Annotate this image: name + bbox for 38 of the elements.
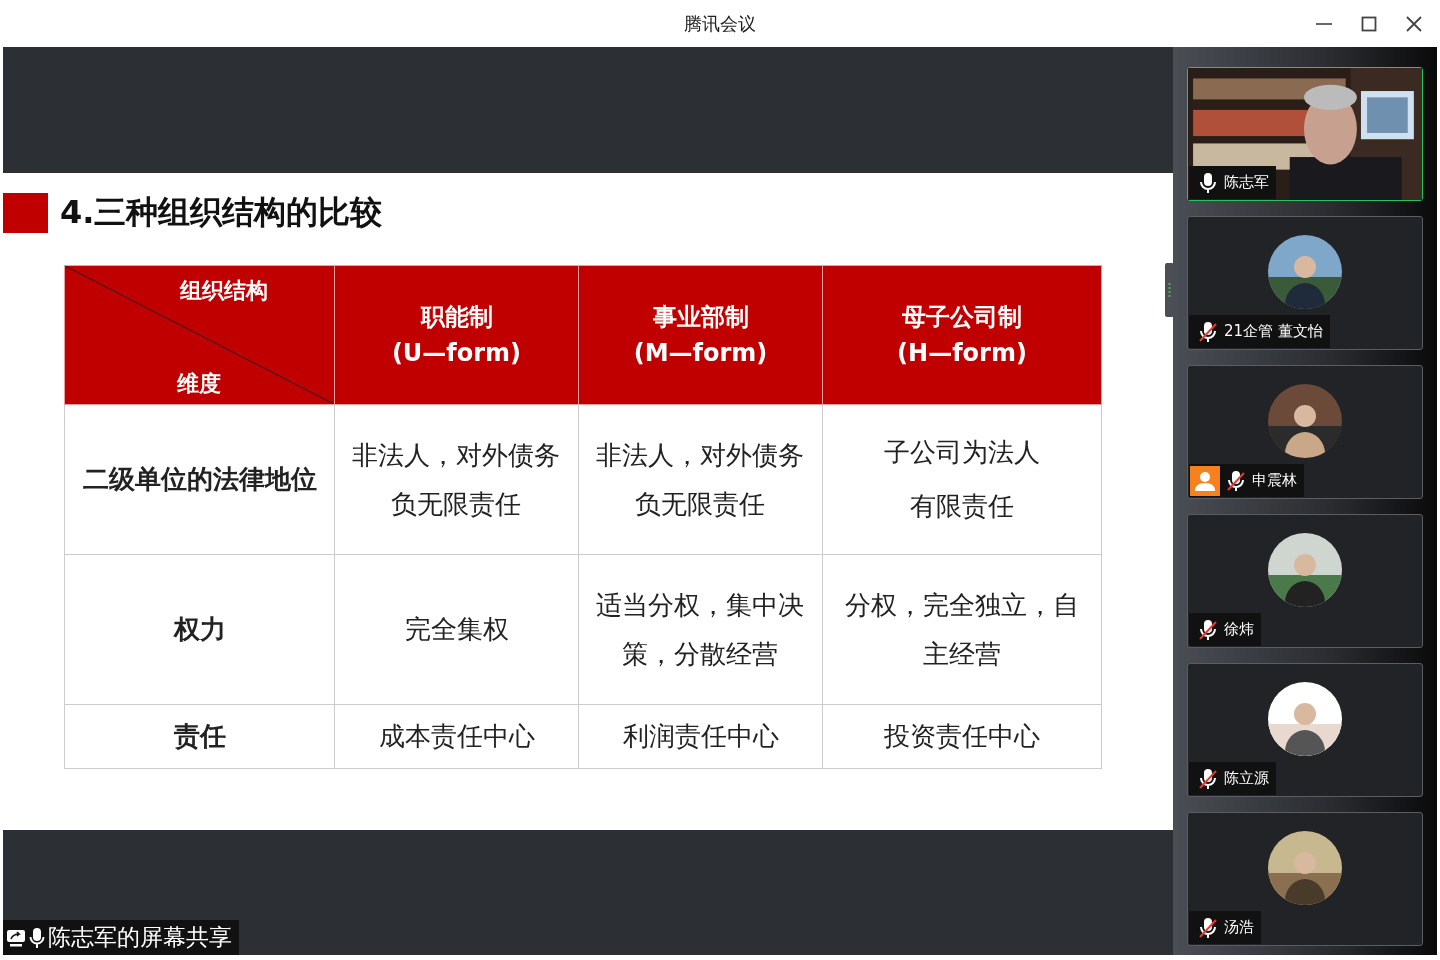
participant-name: 陈志军 xyxy=(1224,173,1269,192)
corner-bottom-label: 维度 xyxy=(177,370,221,398)
window-title: 腾讯会议 xyxy=(683,11,757,36)
participant-tile[interactable]: 陈立源 xyxy=(1187,663,1423,797)
participant-tile[interactable]: 21企管 董文怡 xyxy=(1187,216,1423,350)
table-cell: 成本责任中心 xyxy=(334,704,579,769)
row-header: 责任 xyxy=(64,704,335,769)
table-cell: 非法人，对外债务负无限责任 xyxy=(578,404,823,555)
column-header: 母子公司制 (H—form) xyxy=(822,265,1102,405)
row-header: 二级单位的法律地位 xyxy=(64,404,335,555)
table-cell: 分权，完全独立，自主经营 xyxy=(822,554,1102,705)
close-icon[interactable] xyxy=(1404,13,1424,34)
table-cell: 非法人，对外债务负无限责任 xyxy=(334,404,579,555)
table-cell: 投资责任中心 xyxy=(822,704,1102,769)
table-cell: 利润责任中心 xyxy=(578,704,823,769)
column-header: 职能制 (U—form) xyxy=(334,265,579,405)
slide-title: 4.三种组织结构的比较 xyxy=(60,192,383,233)
panel-handle-icon[interactable] xyxy=(1165,263,1174,317)
participant-tile[interactable]: 陈志军 xyxy=(1187,67,1423,201)
participant-name: 徐炜 xyxy=(1224,620,1254,639)
table-cell: 子公司为法人有限责任 xyxy=(822,404,1102,555)
table-cell: 适当分权，集中决策，分散经营 xyxy=(578,554,823,705)
title-marker xyxy=(3,193,48,233)
participant-name: 21企管 董文怡 xyxy=(1224,322,1323,341)
participant-tile[interactable]: 汤浩 xyxy=(1187,812,1423,946)
screen-share-icon xyxy=(6,927,26,948)
table-cell: 完全集权 xyxy=(334,554,579,705)
participant-name: 陈立源 xyxy=(1224,769,1269,788)
participant-tile[interactable]: 申震林 xyxy=(1187,365,1423,499)
column-header: 事业部制 (M—form) xyxy=(578,265,823,405)
person-icon xyxy=(1190,465,1220,496)
corner-top-label: 组织结构 xyxy=(180,277,268,305)
microphone-icon xyxy=(29,926,45,949)
participant-name: 汤浩 xyxy=(1224,918,1254,937)
share-label-text: 陈志军的屏幕共享 xyxy=(48,923,232,952)
row-header: 权力 xyxy=(64,554,335,705)
participant-name: 申震林 xyxy=(1252,471,1297,490)
participant-tile[interactable]: 徐炜 xyxy=(1187,514,1423,648)
